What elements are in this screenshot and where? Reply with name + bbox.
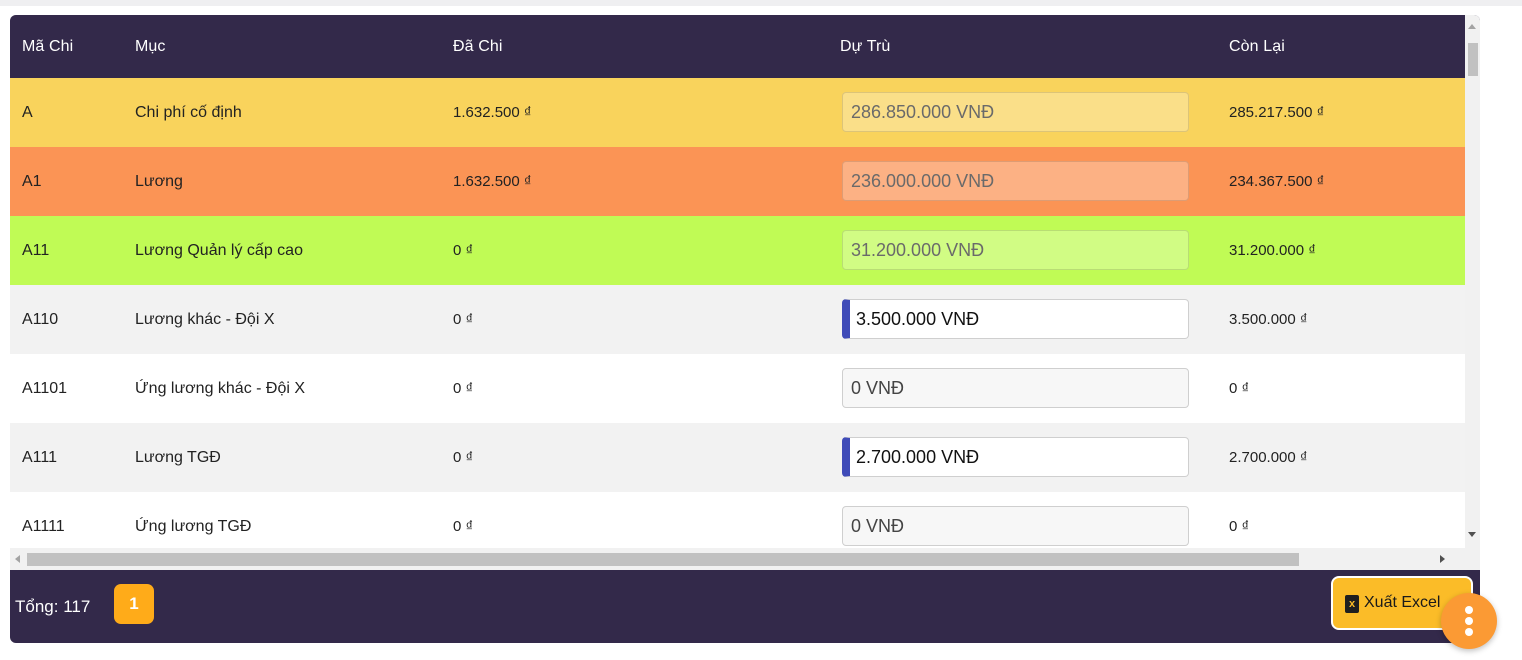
cell-da-chi: 1.632.500 ₫	[453, 173, 532, 190]
header-da-chi[interactable]: Đã Chi	[453, 15, 503, 78]
vertical-scrollbar[interactable]	[1465, 15, 1480, 570]
more-vertical-icon	[1465, 606, 1473, 614]
top-strip	[0, 0, 1522, 6]
cell-muc: Lương TGĐ	[135, 449, 221, 466]
cell-da-chi: 0 ₫	[453, 449, 474, 466]
scroll-down-arrow-icon[interactable]	[1468, 532, 1476, 537]
more-vertical-icon-dot	[1465, 628, 1473, 636]
horizontal-scroll-thumb[interactable]	[27, 553, 1299, 566]
scroll-left-arrow-icon[interactable]	[15, 555, 20, 563]
floating-menu-button[interactable]	[1441, 593, 1497, 649]
cell-muc: Ứng lương khác - Đội X	[135, 380, 306, 397]
budget-input[interactable]: 2.700.000 VNĐ	[842, 437, 1189, 477]
budget-input[interactable]: 236.000.000 VNĐ	[842, 161, 1189, 201]
table-row[interactable]: A110 Lương khác - Đội X 0 ₫ 3.500.000 VN…	[10, 285, 1465, 354]
cell-da-chi: 0 ₫	[453, 380, 474, 397]
cell-muc: Lương	[135, 173, 183, 190]
cell-da-chi: 1.632.500 ₫	[453, 104, 532, 121]
cell-da-chi: 0 ₫	[453, 242, 474, 259]
cell-muc: Chi phí cố định	[135, 104, 242, 121]
budget-input[interactable]: 31.200.000 VNĐ	[842, 230, 1189, 270]
cell-ma-chi: A110	[22, 311, 59, 328]
table-row[interactable]: A11 Lương Quản lý cấp cao 0 ₫ 31.200.000…	[10, 216, 1465, 285]
budget-input[interactable]: 0 VNĐ	[842, 368, 1189, 408]
export-excel-label: Xuất Excel	[1364, 594, 1441, 611]
cell-da-chi: 0 ₫	[453, 311, 474, 328]
cell-ma-chi: A1	[22, 173, 42, 190]
scroll-right-arrow-icon[interactable]	[1440, 555, 1445, 563]
table-footer: Tổng: 117 1 x Xuất Excel	[10, 570, 1480, 643]
total-count: Tổng: 117	[15, 597, 91, 616]
header-ma-chi[interactable]: Mã Chi	[22, 15, 73, 78]
budget-input[interactable]: 286.850.000 VNĐ	[842, 92, 1189, 132]
vertical-scroll-thumb[interactable]	[1468, 43, 1478, 76]
more-vertical-icon-dot	[1465, 617, 1473, 625]
header-du-tru[interactable]: Dự Trù	[840, 15, 890, 78]
header-con-lai[interactable]: Còn Lại	[1229, 15, 1285, 78]
cell-ma-chi: A	[22, 104, 33, 121]
cell-con-lai: 0 ₫	[1229, 380, 1250, 397]
budget-table-panel: Mã Chi Mục Đã Chi Dự Trù Còn Lại A Chi p…	[10, 15, 1480, 643]
cell-ma-chi: A1101	[22, 380, 68, 397]
table-viewport: Mã Chi Mục Đã Chi Dự Trù Còn Lại A Chi p…	[10, 15, 1465, 570]
cell-con-lai: 3.500.000 ₫	[1229, 311, 1308, 328]
header-muc[interactable]: Mục	[135, 15, 166, 78]
table-row[interactable]: A111 Lương TGĐ 0 ₫ 2.700.000 VNĐ 2.700.0…	[10, 423, 1465, 492]
table-row[interactable]: A1 Lương 1.632.500 ₫ 236.000.000 VNĐ 234…	[10, 147, 1465, 216]
cell-muc: Lương Quản lý cấp cao	[135, 242, 303, 259]
scroll-up-arrow-icon[interactable]	[1468, 24, 1476, 29]
file-excel-icon: x	[1345, 595, 1359, 613]
budget-input[interactable]: 0 VNĐ	[842, 506, 1189, 546]
cell-con-lai: 234.367.500 ₫	[1229, 173, 1325, 190]
table-row[interactable]: A1101 Ứng lương khác - Đội X 0 ₫ 0 VNĐ 0…	[10, 354, 1465, 423]
cell-con-lai: 31.200.000 ₫	[1229, 242, 1316, 259]
cell-con-lai: 285.217.500 ₫	[1229, 104, 1325, 121]
horizontal-scrollbar[interactable]	[10, 548, 1465, 570]
table-row[interactable]: A Chi phí cố định 1.632.500 ₫ 286.850.00…	[10, 78, 1465, 147]
cell-muc: Lương khác - Đội X	[135, 311, 275, 328]
table-header: Mã Chi Mục Đã Chi Dự Trù Còn Lại	[10, 15, 1465, 78]
cell-ma-chi: A111	[22, 449, 57, 466]
page-button[interactable]: 1	[114, 584, 154, 624]
cell-ma-chi: A11	[22, 242, 50, 259]
cell-con-lai: 2.700.000 ₫	[1229, 449, 1308, 466]
budget-input[interactable]: 3.500.000 VNĐ	[842, 299, 1189, 339]
